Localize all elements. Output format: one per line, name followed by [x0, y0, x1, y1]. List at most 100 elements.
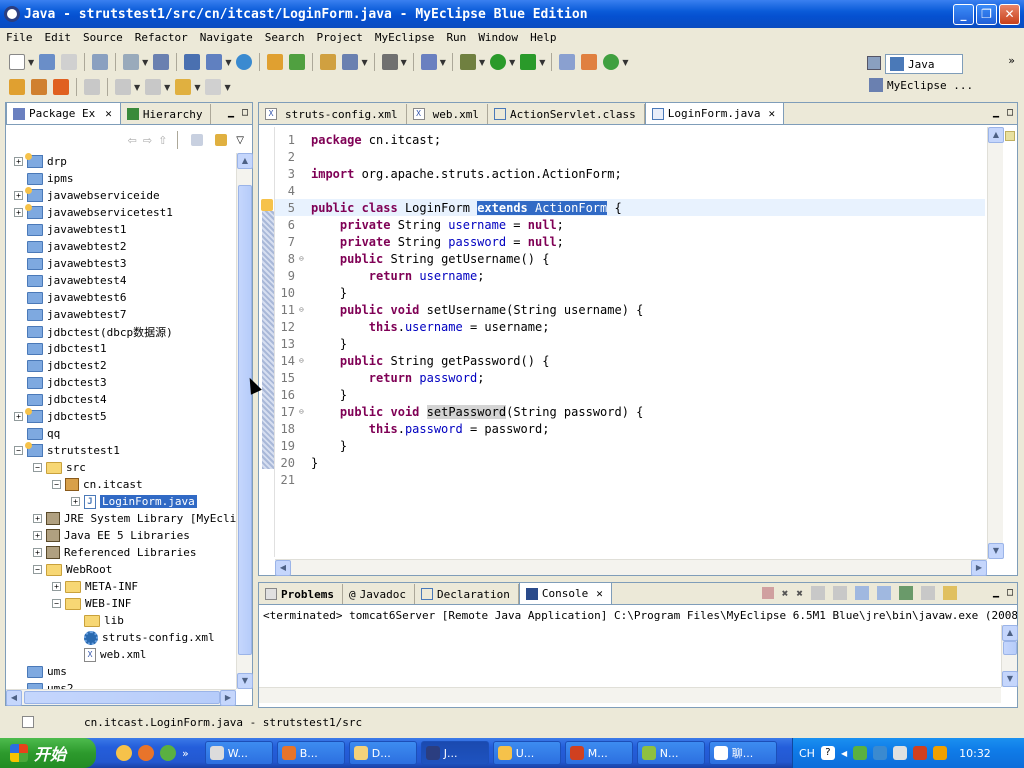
expand-icon[interactable]: + — [33, 514, 42, 523]
close-icon[interactable]: ✕ — [596, 587, 603, 600]
perspective-myeclipse[interactable]: MyEclipse ... — [869, 78, 973, 92]
new-icon[interactable] — [9, 54, 25, 70]
code-line[interactable]: 1 package cn.itcast; — [275, 131, 985, 148]
code-line[interactable]: 6 private String username = null; — [275, 216, 985, 233]
maximize-view-icon[interactable]: □ — [1007, 107, 1013, 118]
display-console-icon[interactable] — [921, 586, 935, 600]
fold-icon[interactable]: ⊖ — [299, 305, 309, 314]
external-tools-dropdown-icon[interactable]: ▼ — [539, 58, 545, 67]
open-folder-icon[interactable] — [9, 79, 25, 95]
code-line[interactable]: 7 private String password = null; — [275, 233, 985, 250]
collapse-icon[interactable]: − — [52, 599, 61, 608]
tree-item[interactable]: javawebtest6 — [14, 289, 126, 306]
camera-dropdown-icon[interactable]: ▼ — [401, 58, 407, 67]
myeclipse-app-icon[interactable] — [4, 6, 20, 22]
code-line[interactable]: 12 this. username = username; — [275, 318, 985, 335]
minimize-view-icon[interactable]: ▁ — [993, 587, 999, 598]
scroll-down-icon[interactable]: ▼ — [237, 673, 253, 689]
new-dropdown-icon[interactable]: ▼ — [28, 58, 34, 67]
expand-icon[interactable]: + — [14, 208, 23, 217]
link-with-editor-icon[interactable] — [215, 134, 228, 146]
tree-item[interactable]: + Java EE 5 Libraries — [33, 527, 190, 544]
code-line[interactable]: 9 return username; — [275, 267, 985, 284]
tree-item[interactable]: − strutstest1 — [14, 442, 120, 459]
code-line[interactable]: 17 ⊖ public void setPassword (String passw… — [275, 403, 985, 420]
tray-expand-icon[interactable]: ◀ — [841, 749, 847, 758]
menu-help[interactable]: Help — [524, 31, 563, 44]
perspective-java[interactable]: Java — [885, 54, 963, 74]
collapse-icon[interactable]: − — [33, 463, 42, 472]
close-button[interactable]: ✕ — [999, 3, 1020, 25]
tree-item[interactable]: + drp — [14, 153, 67, 170]
code-line[interactable]: 2 — [275, 148, 985, 165]
scroll-down-icon[interactable]: ▼ — [988, 543, 1004, 559]
code-line[interactable]: 4 — [275, 182, 985, 199]
run-dropdown-icon[interactable]: ▼ — [509, 58, 515, 67]
volume-icon[interactable] — [873, 746, 888, 760]
tree-horizontal-scrollbar[interactable]: ◀ ▶ — [6, 689, 236, 706]
open-perspective-dropdown-icon[interactable]: ▼ — [440, 58, 446, 67]
code-line[interactable]: 3 import org.apache.struts.action.ActionF… — [275, 165, 985, 182]
antivirus-icon[interactable] — [913, 746, 928, 760]
menu-edit[interactable]: Edit — [39, 31, 78, 44]
code-editor[interactable]: 1 package cn.itcast; 2 3 import org.apache.s… — [259, 127, 989, 557]
firefox-icon[interactable] — [138, 745, 154, 761]
external-tools-icon[interactable] — [520, 54, 537, 70]
tab-loginform[interactable]: LoginForm.java ✕ — [644, 102, 785, 124]
scroll-up-icon[interactable]: ▲ — [988, 127, 1004, 143]
overview-ruler-icon[interactable] — [1005, 131, 1015, 141]
code-line[interactable]: 13 } — [275, 335, 985, 352]
class-icon[interactable] — [342, 54, 359, 70]
up-arrow-icon[interactable]: ⇧ — [158, 134, 167, 147]
menu-refactor[interactable]: Refactor — [129, 31, 194, 44]
tree-item[interactable]: struts-config.xml — [71, 629, 215, 646]
menu-search[interactable]: Search — [259, 31, 311, 44]
tab-hierarchy[interactable]: Hierarchy — [121, 104, 212, 124]
next-annotation-icon[interactable] — [115, 79, 131, 95]
class-dropdown-icon[interactable]: ▼ — [361, 58, 367, 67]
code-line[interactable]: 11 ⊖ public void setUsername(String usern… — [275, 301, 985, 318]
deploy-icon[interactable] — [123, 54, 140, 70]
scroll-down-icon[interactable]: ▼ — [1002, 671, 1018, 687]
code-line[interactable]: 5 public class LoginForm extends ActionFo… — [275, 199, 985, 216]
fast-view-icon[interactable] — [22, 716, 34, 728]
menu-file[interactable]: File — [0, 31, 39, 44]
tree-item[interactable]: Xweb.xml — [71, 646, 146, 663]
scroll-right-icon[interactable]: ▶ — [971, 560, 987, 576]
taskbar-button[interactable]: N... — [636, 741, 705, 765]
pin-console-icon[interactable] — [899, 586, 913, 600]
save-icon[interactable] — [39, 54, 56, 70]
tree-item[interactable]: jdbctest4 — [14, 391, 107, 408]
tree-item[interactable]: javawebtest1 — [14, 221, 126, 238]
taskbar-button[interactable]: B... — [276, 741, 345, 765]
scroll-left-icon[interactable]: ◀ — [6, 690, 22, 706]
menu-source[interactable]: Source — [77, 31, 129, 44]
tree-item[interactable]: qq — [14, 425, 60, 442]
scroll-right-icon[interactable]: ▶ — [220, 690, 236, 706]
maximize-view-icon[interactable]: □ — [242, 107, 248, 118]
tab-actionservlet[interactable]: ActionServlet.class — [488, 104, 645, 124]
show-stderr-icon[interactable] — [877, 586, 891, 600]
expand-icon[interactable]: + — [71, 497, 80, 506]
collapse-icon[interactable]: − — [14, 446, 23, 455]
back-arrow-icon[interactable]: ⇦ — [128, 134, 137, 147]
run-server-dropdown-icon[interactable]: ▼ — [225, 58, 231, 67]
package-icon[interactable] — [320, 54, 337, 70]
terminate-icon[interactable] — [761, 587, 774, 599]
collapse-all-icon[interactable] — [191, 134, 204, 146]
open-console-icon[interactable] — [943, 586, 957, 600]
tree-item[interactable]: jdbctest3 — [14, 374, 107, 391]
fold-icon[interactable]: ⊖ — [299, 356, 309, 365]
mark-icon[interactable] — [84, 79, 100, 95]
tree-item[interactable]: javawebtest3 — [14, 255, 126, 272]
tree-item[interactable]: jdbctest1 — [14, 340, 107, 357]
tree-item[interactable]: + Referenced Libraries — [33, 544, 196, 561]
taskbar-button[interactable]: W... — [204, 741, 273, 765]
clear-console-icon[interactable] — [811, 586, 825, 600]
print-icon[interactable] — [61, 54, 78, 70]
quick-fix-icon[interactable] — [261, 199, 273, 211]
taskbar-button[interactable]: 聊... — [708, 741, 777, 765]
expand-icon[interactable]: + — [14, 191, 23, 200]
menu-run[interactable]: Run — [440, 31, 472, 44]
minimize-view-icon[interactable]: ▁ — [228, 107, 234, 118]
